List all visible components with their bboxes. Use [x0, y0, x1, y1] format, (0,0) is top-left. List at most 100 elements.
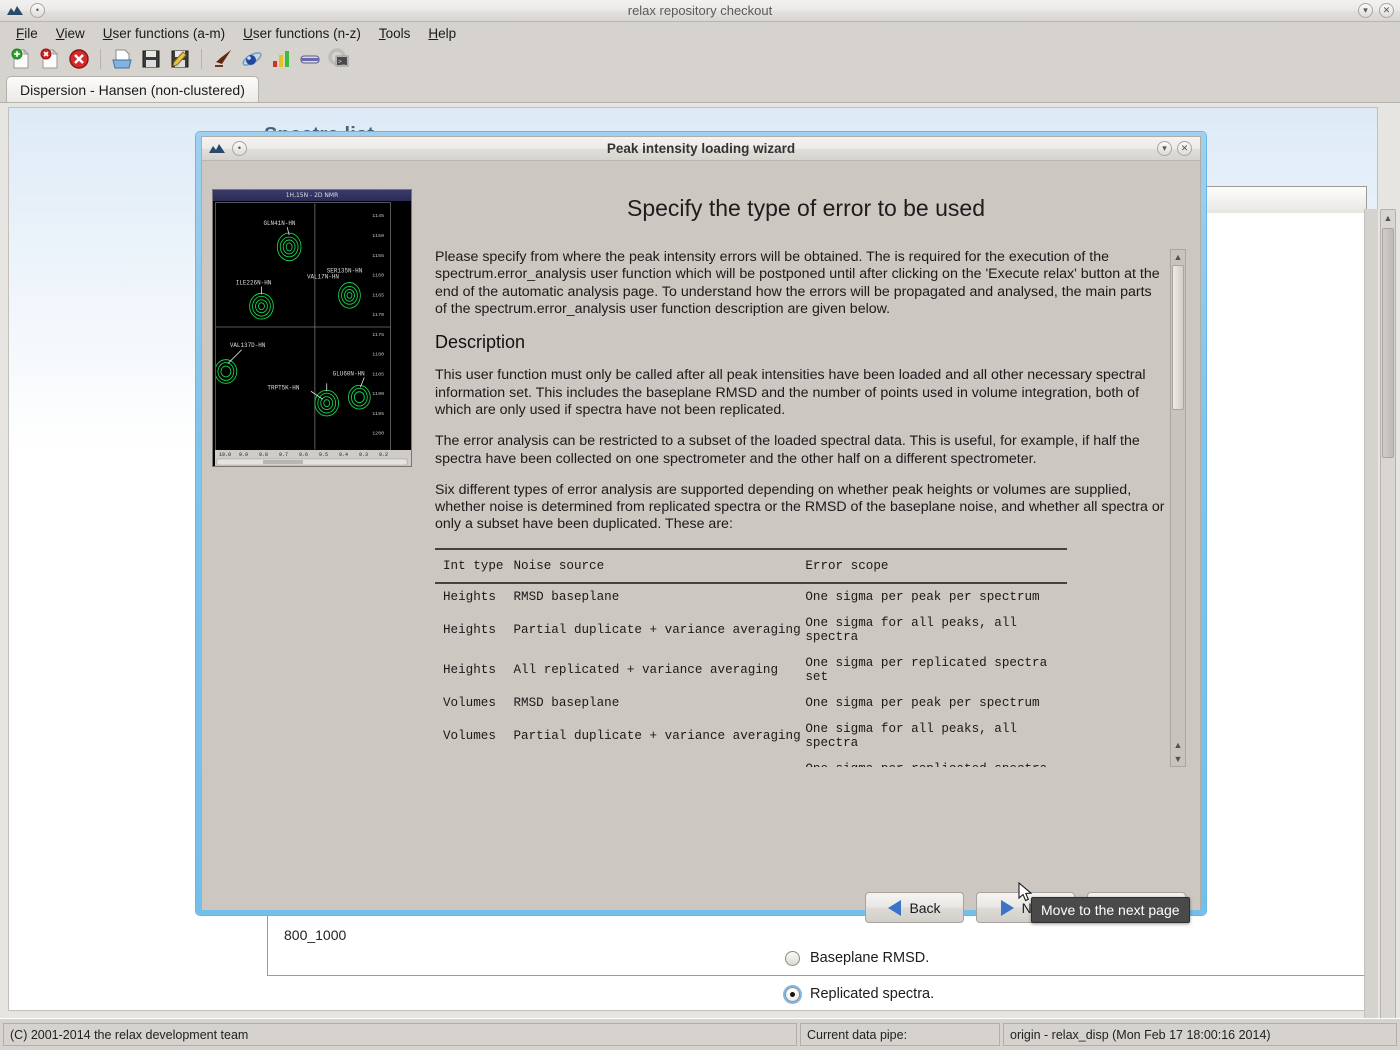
- table-row: Volumes Partial duplicate + variance ave…: [435, 716, 1067, 756]
- svg-text:1150: 1150: [372, 233, 384, 239]
- results-viewer-icon[interactable]: [268, 46, 294, 72]
- chevron-down-icon[interactable]: ▾: [1358, 3, 1373, 18]
- scroll-up-icon[interactable]: ▲: [1171, 250, 1185, 264]
- cell-int-type: Heights: [435, 583, 513, 610]
- table-row: Volumes All replicated + variance averag…: [435, 756, 1067, 767]
- svg-text:9.6: 9.6: [299, 452, 308, 458]
- page-title: Specify the type of error to be used: [422, 195, 1190, 222]
- svg-text:1170: 1170: [372, 312, 384, 318]
- table-header-row: Int type Noise source Error scope: [435, 549, 1067, 583]
- window-titlebar-right-icons: ▾ ✕: [1358, 3, 1394, 18]
- tab-dispersion-hansen[interactable]: Dispersion - Hansen (non-clustered): [6, 76, 259, 102]
- window-title: relax repository checkout: [0, 3, 1400, 18]
- tooltip: Move to the next page: [1031, 897, 1190, 923]
- svg-text:1175: 1175: [372, 332, 384, 338]
- statusbar: (C) 2001-2014 the relax development team…: [0, 1018, 1400, 1050]
- tabstrip: Dispersion - Hansen (non-clustered): [0, 74, 1400, 102]
- cell-error-scope: One sigma per replicated spectra set: [805, 756, 1067, 767]
- spin-viewer-icon[interactable]: [239, 46, 265, 72]
- inner-vertical-scrollbar[interactable]: [1364, 209, 1378, 1050]
- cell-int-type: Volumes: [435, 716, 513, 756]
- cell-error-scope: One sigma per peak per spectrum: [805, 690, 1067, 716]
- description-intro: Please specify from where the peak inten…: [435, 249, 1167, 318]
- table-row: Heights RMSD baseplane One sigma per pea…: [435, 583, 1067, 610]
- main-vertical-scrollbar[interactable]: ▲ ▼: [1380, 209, 1396, 1050]
- menu-tools[interactable]: Tools: [371, 24, 419, 43]
- svg-text:1195: 1195: [372, 411, 384, 417]
- save-as-icon[interactable]: [167, 46, 193, 72]
- table-row: Heights Partial duplicate + variance ave…: [435, 610, 1067, 650]
- cell-error-scope: One sigma for all peaks, all spectra: [805, 610, 1067, 650]
- dialog-titlebar-right-icons: ▾ ✕: [1157, 141, 1192, 156]
- save-state-icon[interactable]: [138, 46, 164, 72]
- back-button[interactable]: Back: [865, 892, 964, 923]
- menu-user-functions-nz[interactable]: User functions (n-z): [235, 24, 369, 43]
- prompt-console-icon[interactable]: >_: [326, 46, 352, 72]
- svg-text:1200: 1200: [372, 431, 384, 437]
- menu-view[interactable]: View: [48, 24, 93, 43]
- close-analysis-icon[interactable]: [37, 46, 63, 72]
- cell-int-type: Volumes: [435, 690, 513, 716]
- cell-noise-source: RMSD baseplane: [513, 583, 805, 610]
- svg-text:1155: 1155: [372, 253, 384, 259]
- scrollbar-thumb[interactable]: [1382, 228, 1394, 458]
- svg-text:9.7: 9.7: [279, 452, 288, 458]
- table-column-extra[interactable]: [1188, 187, 1366, 213]
- cell-error-scope: One sigma per replicated spectra set: [805, 650, 1067, 690]
- menu-file[interactable]: FFileile: [8, 24, 46, 43]
- svg-text:9.4: 9.4: [339, 452, 348, 458]
- svg-text:1180: 1180: [372, 352, 384, 358]
- column-header-noise-source: Noise source: [513, 549, 805, 583]
- table-row: Heights All replicated + variance averag…: [435, 650, 1067, 690]
- dialog-body: 1H,15N - 2D NMR: [202, 161, 1200, 910]
- close-icon[interactable]: ✕: [1379, 3, 1394, 18]
- radio-replicated-spectra[interactable]: Replicated spectra.: [785, 986, 934, 1002]
- menu-help[interactable]: Help: [420, 24, 464, 43]
- dialog-title: Peak intensity loading wizard: [202, 141, 1200, 156]
- svg-text:9.2: 9.2: [379, 452, 388, 458]
- column-header-error-scope: Error scope: [805, 549, 1067, 583]
- triangle-left-icon: [888, 900, 901, 916]
- scroll-up-icon-secondary[interactable]: ▲: [1171, 738, 1185, 752]
- peak-label: VAL17N-HN: [307, 274, 339, 281]
- svg-text:9.5: 9.5: [319, 452, 328, 458]
- toolbar: >_: [0, 44, 1400, 74]
- table-row: Volumes RMSD baseplane One sigma per pea…: [435, 690, 1067, 716]
- svg-text:1185: 1185: [372, 371, 384, 377]
- data-pipe-icon[interactable]: [297, 46, 323, 72]
- close-icon[interactable]: ✕: [1177, 141, 1192, 156]
- toolbar-separator: [100, 49, 101, 69]
- radio-button-icon[interactable]: [785, 951, 800, 966]
- scroll-up-icon[interactable]: ▲: [1381, 210, 1395, 226]
- menu-user-functions-am[interactable]: User functions (a-m): [95, 24, 233, 43]
- cell-int-type: Volumes: [435, 756, 513, 767]
- cell-noise-source: RMSD baseplane: [513, 690, 805, 716]
- back-button-label: Back: [909, 900, 940, 916]
- close-all-analyses-icon[interactable]: [66, 46, 92, 72]
- radio-button-selected-icon[interactable]: [785, 987, 800, 1002]
- cell-noise-source: All replicated + variance averaging: [513, 756, 805, 767]
- chevron-down-icon[interactable]: ▾: [1157, 141, 1172, 156]
- scrollbar-thumb[interactable]: [1172, 265, 1184, 410]
- run-relax-icon[interactable]: [210, 46, 236, 72]
- description-paragraph-2: The error analysis can be restricted to …: [435, 433, 1167, 468]
- svg-text:9.8: 9.8: [259, 452, 268, 458]
- svg-text:9.9: 9.9: [239, 452, 248, 458]
- status-copyright: (C) 2001-2014 the relax development team: [3, 1023, 797, 1046]
- table-body: Heights RMSD baseplane One sigma per pea…: [435, 583, 1067, 767]
- cell-int-type: Heights: [435, 610, 513, 650]
- toolbar-separator-2: [201, 49, 202, 69]
- radio-replicated-spectra-label: Replicated spectra.: [810, 986, 934, 1002]
- svg-text:1160: 1160: [372, 273, 384, 279]
- cell-int-type: Heights: [435, 650, 513, 690]
- description-heading: Description: [435, 332, 1167, 353]
- description-scrollbar[interactable]: ▲ ▲ ▼: [1170, 249, 1186, 767]
- scroll-down-icon[interactable]: ▼: [1171, 752, 1185, 766]
- column-header-int-type: Int type: [435, 549, 513, 583]
- svg-text:10.0: 10.0: [219, 452, 231, 458]
- new-analysis-icon[interactable]: [8, 46, 34, 72]
- svg-text:1190: 1190: [372, 391, 384, 397]
- radio-baseplane-rmsd-label: Baseplane RMSD.: [810, 950, 929, 966]
- radio-baseplane-rmsd[interactable]: Baseplane RMSD.: [785, 950, 929, 966]
- open-state-icon[interactable]: [109, 46, 135, 72]
